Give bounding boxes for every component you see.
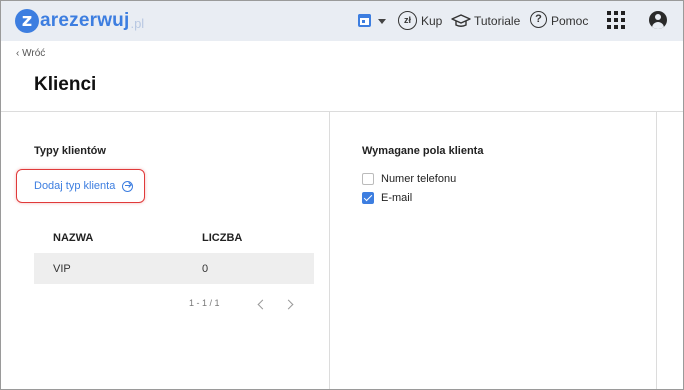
add-client-type-button[interactable]: Dodaj typ klienta — [16, 169, 145, 203]
pagination-info: 1 - 1 / 1 — [189, 298, 220, 308]
email-checkbox[interactable] — [362, 192, 374, 204]
chevron-down-icon[interactable] — [378, 19, 386, 24]
column-header-name[interactable]: NAZWA — [53, 232, 93, 244]
column-header-count[interactable]: LICZBA — [202, 232, 242, 244]
email-checkbox-label[interactable]: E-mail — [381, 192, 412, 204]
back-link[interactable]: ‹ Wróć — [16, 48, 45, 59]
required-field-email[interactable]: E-mail — [362, 192, 412, 204]
avatar-icon[interactable] — [649, 11, 667, 29]
page-title: Klienci — [34, 74, 97, 95]
logo-tld: .pl — [130, 16, 145, 31]
required-field-phone[interactable]: Numer telefonu — [362, 173, 456, 185]
logo-mark: z — [15, 9, 39, 33]
logo[interactable]: z arezerwuj .pl — [15, 8, 144, 34]
required-fields-title: Wymagane pola klienta — [362, 145, 484, 157]
logo-word: arezerwuj — [40, 10, 130, 31]
phone-checkbox[interactable] — [362, 173, 374, 185]
client-types-title: Typy klientów — [34, 145, 106, 157]
header-divider — [1, 111, 683, 112]
add-client-type-label: Dodaj typ klienta — [34, 180, 116, 192]
tutorials-link[interactable]: Tutoriale — [474, 14, 520, 28]
table-row[interactable]: VIP 0 — [34, 253, 314, 284]
top-bar: z arezerwuj .pl zł Kup Tutoriale ? Pomoc — [1, 1, 683, 41]
graduation-cap-icon[interactable] — [451, 14, 471, 28]
client-type-name: VIP — [53, 262, 71, 275]
chevron-right-icon[interactable] — [283, 299, 294, 310]
phone-checkbox-label[interactable]: Numer telefonu — [381, 173, 456, 185]
chevron-left-icon[interactable] — [257, 299, 268, 310]
zloty-icon[interactable]: zł — [398, 11, 417, 30]
buy-link[interactable]: Kup — [421, 14, 442, 28]
column-divider — [329, 112, 330, 389]
table-header: NAZWA LICZBA — [34, 223, 314, 253]
calendar-icon[interactable] — [358, 14, 371, 27]
client-type-count: 0 — [202, 262, 209, 275]
client-types-table: NAZWA LICZBA VIP 0 — [34, 223, 314, 284]
app-window: z arezerwuj .pl zł Kup Tutoriale ? Pomoc… — [0, 0, 684, 390]
add-circle-arrow-icon — [122, 180, 134, 192]
help-link[interactable]: Pomoc — [551, 14, 588, 28]
column-divider — [656, 112, 657, 389]
help-icon[interactable]: ? — [530, 11, 547, 28]
apps-grid-icon[interactable] — [607, 11, 625, 29]
